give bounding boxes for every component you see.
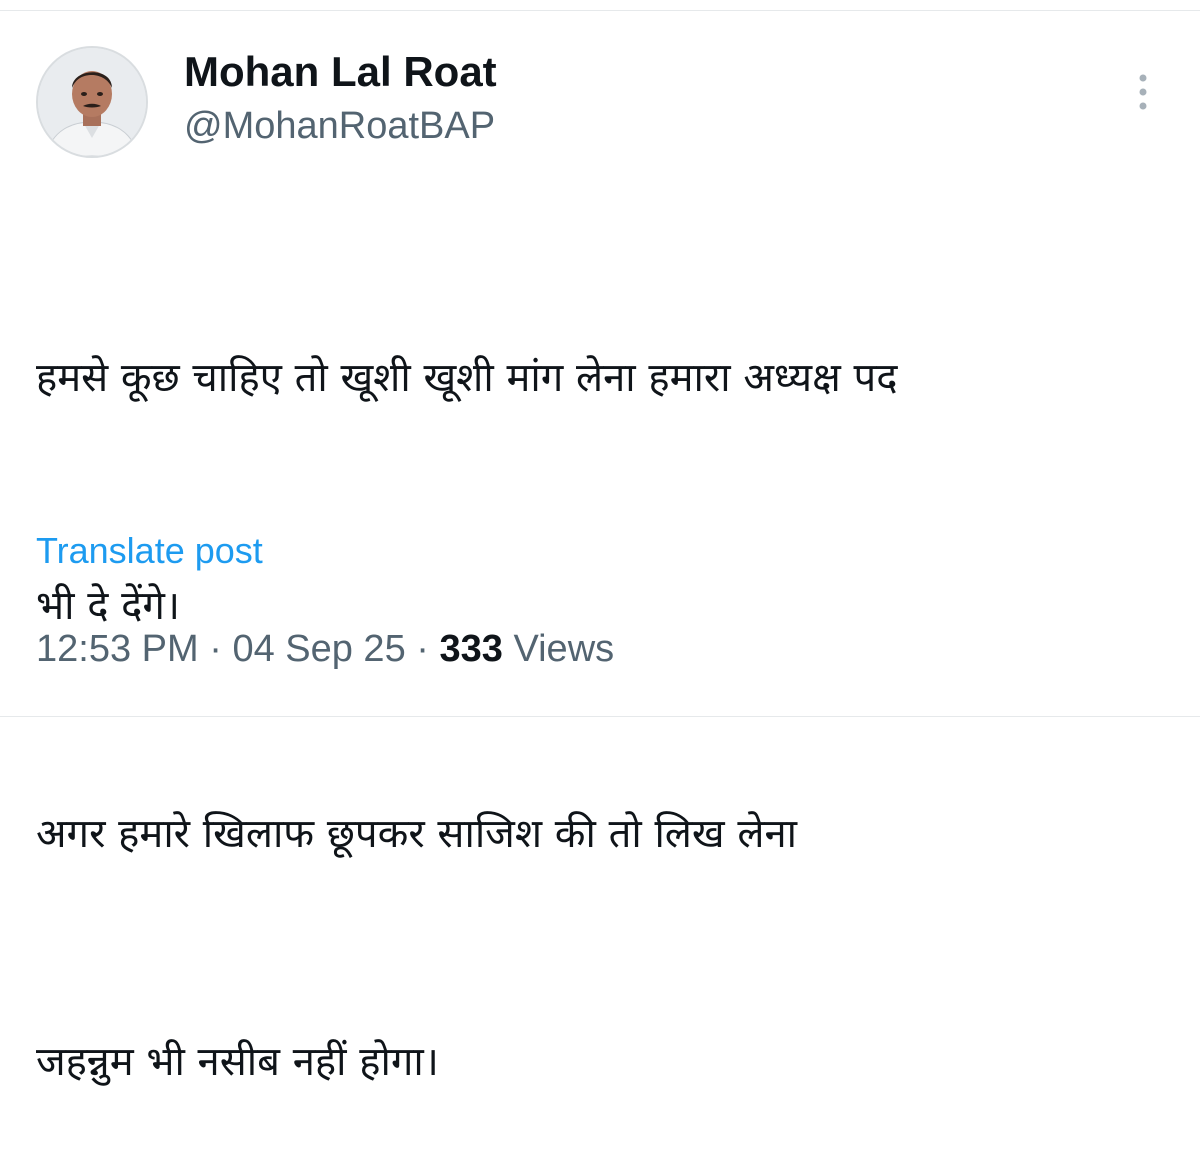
meta-separator: · [405, 628, 440, 670]
avatar[interactable] [36, 46, 148, 158]
post-text-line: जहन्नुम भी नसीब नहीं होगा। [36, 1039, 439, 1085]
author-display-name[interactable]: Mohan Lal Roat [184, 46, 497, 98]
author-handle[interactable]: @MohanRoatBAP [184, 102, 495, 150]
meta-separator: · [198, 628, 233, 670]
top-divider [0, 10, 1200, 11]
more-vertical-icon [1139, 74, 1147, 110]
post-text-line: अगर हमारे खिलाफ छूपकर साजिश की तो लिख ले… [36, 811, 798, 857]
post-text-line: हमसे कूछ चाहिए तो खूशी खूशी मांग लेना हम… [36, 355, 898, 401]
post-metadata: 12:53 PM · 04 Sep 25 · 333 Views [36, 624, 614, 674]
translate-post-link[interactable]: Translate post [36, 528, 263, 574]
post-date[interactable]: 04 Sep 25 [232, 628, 405, 670]
post-text: हमसे कूछ चाहिए तो खूशी खूशी मांग लेना हम… [36, 188, 1176, 1176]
post-time[interactable]: 12:53 PM [36, 628, 199, 670]
views-count[interactable]: 333 [439, 628, 502, 670]
views-label[interactable]: Views [513, 628, 614, 670]
more-options-button[interactable] [1128, 70, 1158, 114]
avatar-image [38, 48, 146, 156]
bottom-divider [0, 716, 1200, 717]
